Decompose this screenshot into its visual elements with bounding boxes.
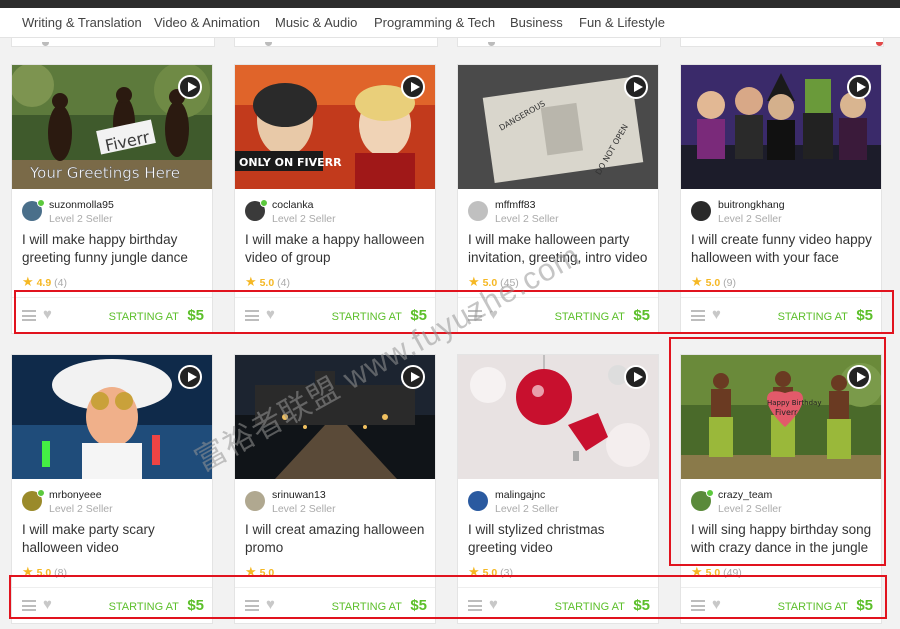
nav-business[interactable]: Business [510, 15, 563, 30]
gig-thumbnail[interactable]: DANGEROUS DO NOT OPEN [458, 65, 658, 189]
online-indicator [37, 489, 45, 497]
seller-level: Level 2 Seller [49, 213, 113, 225]
online-indicator [260, 199, 268, 207]
prev-card-bottom [457, 38, 661, 47]
seller-level: Level 2 Seller [495, 503, 559, 515]
gig-title[interactable]: I will stylized christmas greeting video [468, 521, 650, 557]
gig-title[interactable]: I will make happy birthday greeting funn… [22, 231, 204, 267]
seller-username[interactable]: coclanka [272, 199, 313, 211]
nav-video-animation[interactable]: Video & Animation [154, 15, 260, 30]
play-icon[interactable] [401, 75, 425, 99]
seller-username[interactable]: mrbonyeee [49, 489, 102, 501]
prev-card-bottom [680, 38, 884, 47]
price-row-highlight [9, 575, 887, 619]
gig-rating: ★ 5.0 (4) [245, 274, 290, 290]
gig-rating: ★ 4.9 (4) [22, 274, 67, 290]
rating-score: 5.0 [705, 277, 721, 289]
seller-username[interactable]: malingajnc [495, 489, 545, 501]
gig-thumbnail[interactable]: Fiverr Your Greetings Here [12, 65, 212, 189]
card-highlight [669, 337, 886, 566]
gig-rating: ★ 5.0 (9) [691, 274, 736, 290]
play-icon[interactable] [178, 75, 202, 99]
rating-score: 5.0 [259, 277, 275, 289]
play-icon[interactable] [624, 365, 648, 389]
gig-title[interactable]: I will make a happy halloween video of g… [245, 231, 427, 267]
star-icon: ★ [245, 274, 257, 289]
nav-music-audio[interactable]: Music & Audio [275, 15, 357, 30]
gig-thumbnail[interactable] [681, 65, 881, 189]
nav-fun-lifestyle[interactable]: Fun & Lifestyle [579, 15, 665, 30]
avatar[interactable] [468, 491, 488, 511]
seller-level: Level 2 Seller [495, 213, 559, 225]
seller-level: Level 2 Seller [49, 503, 113, 515]
seller-username[interactable]: suzonmolla95 [49, 199, 114, 211]
rating-score: 4.9 [36, 277, 52, 289]
gig-thumbnail[interactable]: ONLY ON FIVERR [235, 65, 435, 189]
svg-text:Your Greetings Here: Your Greetings Here [29, 164, 180, 182]
seller-level: Level 2 Seller [272, 503, 336, 515]
gig-thumbnail[interactable] [458, 355, 658, 479]
rating-count: (9) [723, 277, 736, 289]
gig-thumbnail[interactable] [12, 355, 212, 479]
seller-username[interactable]: mffmff83 [495, 199, 535, 211]
top-strip [0, 0, 900, 8]
category-nav: Writing & Translation Video & Animation … [0, 8, 900, 38]
avatar[interactable] [691, 201, 711, 221]
online-indicator [37, 199, 45, 207]
play-icon[interactable] [847, 75, 871, 99]
nav-writing-translation[interactable]: Writing & Translation [22, 15, 142, 30]
star-icon: ★ [22, 274, 34, 289]
gig-title[interactable]: I will make party scary halloween video [22, 521, 204, 557]
gig-title[interactable]: I will create funny video happy hallowee… [691, 231, 873, 267]
seller-level: Level 2 Seller [272, 213, 336, 225]
seller-level: Level 2 Seller [718, 213, 782, 225]
avatar[interactable] [468, 201, 488, 221]
avatar[interactable] [245, 491, 265, 511]
play-icon[interactable] [178, 365, 202, 389]
star-icon: ★ [691, 274, 703, 289]
seller-username[interactable]: srinuwan13 [272, 489, 326, 501]
rating-count: (4) [277, 277, 290, 289]
svg-text:ONLY ON FIVERR: ONLY ON FIVERR [239, 156, 342, 169]
rating-count: (4) [54, 277, 67, 289]
seller-username[interactable]: buitrongkhang [718, 199, 785, 211]
nav-programming-tech[interactable]: Programming & Tech [374, 15, 495, 30]
prev-card-bottom [234, 38, 438, 47]
gig-title[interactable]: I will creat amazing halloween promo [245, 521, 427, 557]
prev-card-bottom [11, 38, 215, 47]
play-icon[interactable] [624, 75, 648, 99]
